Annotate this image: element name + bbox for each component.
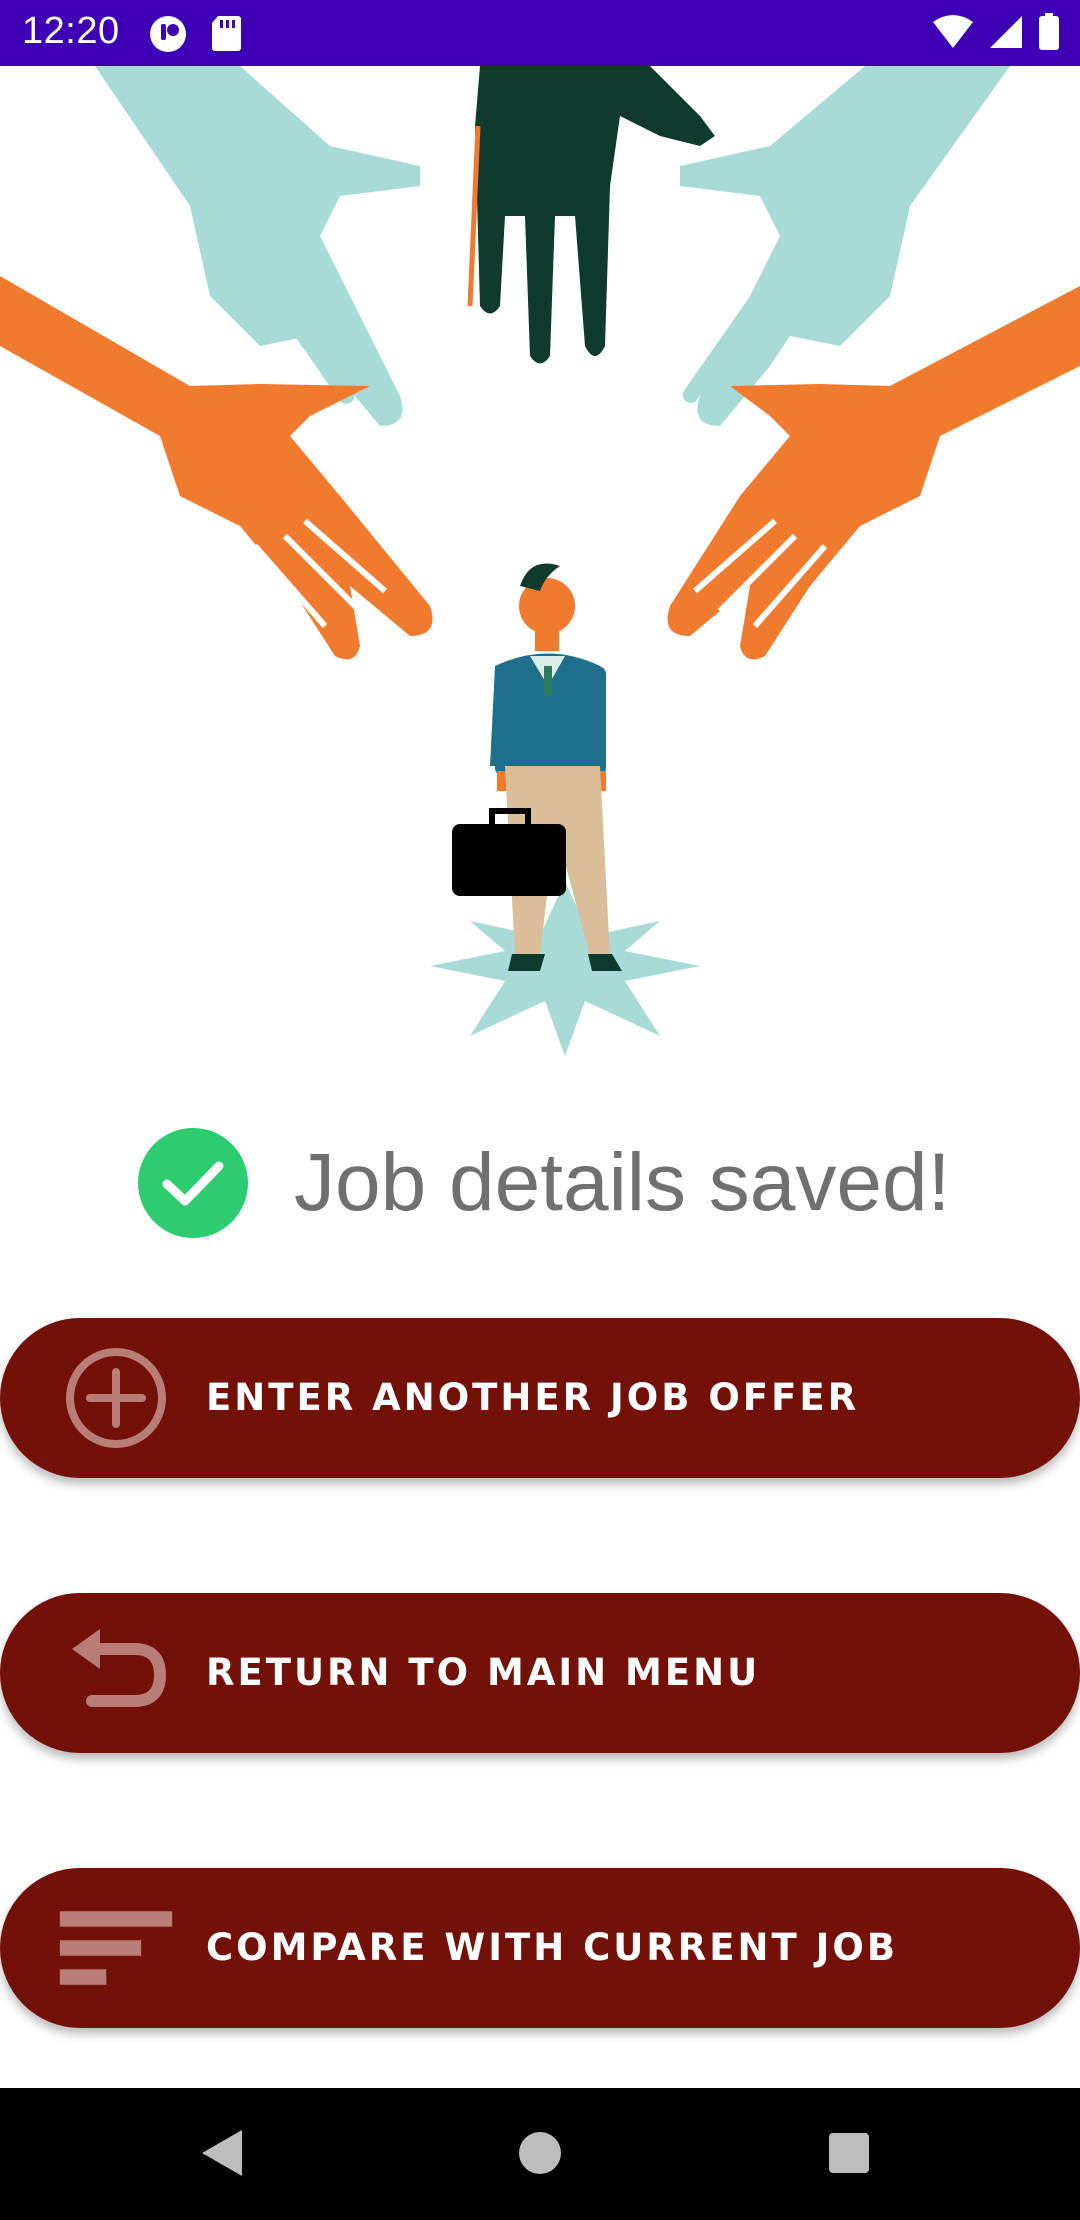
add-circle-icon: [56, 1348, 176, 1448]
wifi-icon: [932, 14, 974, 55]
status-bar: 12:20: [0, 0, 1080, 66]
home-icon[interactable]: [519, 2132, 561, 2174]
recents-icon[interactable]: [829, 2133, 869, 2173]
status-time: 12:20: [22, 10, 120, 52]
starburst: [430, 881, 700, 1056]
compare-with-current-job-label: COMPARE WITH CURRENT JOB: [206, 1926, 899, 1969]
sd-card-icon: [210, 14, 242, 59]
back-icon[interactable]: [200, 2128, 244, 2183]
sort-lines-icon: [56, 1898, 176, 1998]
return-to-main-menu-button[interactable]: RETURN TO MAIN MENU: [0, 1593, 1080, 1753]
return-to-main-menu-label: RETURN TO MAIN MENU: [206, 1651, 761, 1694]
enter-another-job-offer-button[interactable]: ENTER ANOTHER JOB OFFER: [0, 1318, 1080, 1478]
battery-icon: [1038, 13, 1060, 56]
compare-with-current-job-button[interactable]: COMPARE WITH CURRENT JOB: [0, 1868, 1080, 2028]
check-circle-icon: [138, 1128, 248, 1238]
man-figure: [452, 563, 622, 971]
save-confirmation: Job details saved!: [138, 1128, 950, 1238]
dark-green-hand: [467, 66, 715, 364]
system-navigation-bar: [0, 2088, 1080, 2220]
app-notification-icon: [148, 14, 188, 59]
undo-arrow-icon: [56, 1623, 176, 1723]
cell-signal-icon: [988, 14, 1024, 55]
enter-another-job-offer-label: ENTER ANOTHER JOB OFFER: [206, 1376, 860, 1419]
job-seeker-hands-illustration: [0, 66, 1080, 1076]
confirmation-message: Job details saved!: [294, 1137, 951, 1228]
